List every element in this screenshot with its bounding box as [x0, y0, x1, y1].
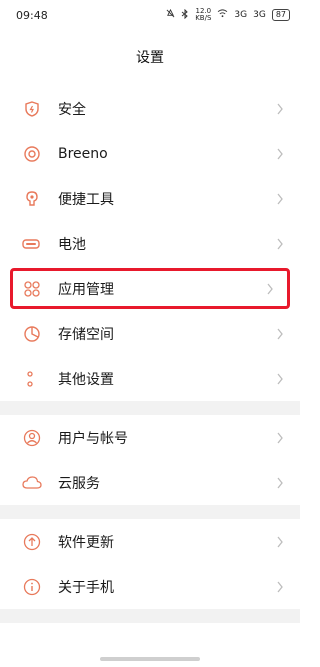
chevron-right-icon — [274, 373, 286, 385]
settings-item-label: 云服务 — [58, 475, 100, 492]
storage-icon — [22, 324, 42, 344]
settings-item-battery[interactable]: 电池 — [0, 221, 300, 266]
chevron-right-icon — [274, 193, 286, 205]
cloud-icon — [22, 473, 42, 493]
signal-2: 3G — [253, 10, 266, 20]
shield-icon — [22, 99, 42, 119]
home-indicator[interactable] — [100, 657, 200, 661]
group-divider — [0, 505, 300, 519]
settings-item-label: 其他设置 — [58, 371, 114, 388]
chevron-right-icon — [274, 238, 286, 250]
info-icon — [22, 577, 42, 597]
settings-item-label: 安全 — [58, 101, 86, 118]
settings-item-label: Breeno — [58, 145, 108, 162]
chevron-right-icon — [274, 148, 286, 160]
settings-item-app-management[interactable]: 应用管理 — [10, 268, 290, 309]
settings-item-about-phone[interactable]: 关于手机 — [0, 564, 300, 609]
apps-icon — [22, 279, 42, 299]
page-title: 设置 — [136, 50, 164, 66]
battery-icon — [22, 234, 42, 254]
network-speed: 12.0 KB/S — [195, 7, 212, 22]
settings-item-other[interactable]: 其他设置 — [0, 356, 300, 401]
settings-item-label: 关于手机 — [58, 579, 114, 596]
settings-item-label: 用户与帐号 — [58, 430, 128, 447]
chevron-right-icon — [274, 581, 286, 593]
status-time: 09:48 — [16, 8, 48, 22]
settings-group-1: 安全 Breeno 便捷工具 电池 应用管理 存储空间 其他设置 — [0, 86, 300, 401]
chevron-right-icon — [274, 432, 286, 444]
status-bar: 09:48 12.0 KB/S 3G 3G 87 — [0, 0, 300, 30]
group-divider — [0, 401, 300, 415]
update-icon — [22, 532, 42, 552]
settings-item-label: 应用管理 — [58, 281, 114, 298]
settings-item-cloud[interactable]: 云服务 — [0, 460, 300, 505]
chevron-right-icon — [264, 283, 276, 295]
settings-item-user-account[interactable]: 用户与帐号 — [0, 415, 300, 460]
mute-icon — [166, 8, 175, 21]
bluetooth-icon — [181, 8, 189, 22]
battery-indicator: 87 — [271, 9, 290, 21]
settings-item-label: 存储空间 — [58, 326, 114, 343]
settings-item-breeno[interactable]: Breeno — [0, 131, 300, 176]
user-icon — [22, 428, 42, 448]
more-icon — [22, 369, 42, 389]
settings-item-label: 便捷工具 — [58, 191, 114, 208]
chevron-right-icon — [274, 477, 286, 489]
breeno-icon — [22, 144, 42, 164]
settings-item-label: 电池 — [58, 236, 86, 253]
settings-item-software-update[interactable]: 软件更新 — [0, 519, 300, 564]
signal-1: 3G — [234, 10, 248, 20]
group-divider — [0, 609, 300, 623]
tools-icon — [22, 189, 42, 209]
settings-item-tools[interactable]: 便捷工具 — [0, 176, 300, 221]
chevron-right-icon — [274, 328, 286, 340]
chevron-right-icon — [274, 536, 286, 548]
settings-item-storage[interactable]: 存储空间 — [0, 311, 300, 356]
settings-item-security[interactable]: 安全 — [0, 86, 300, 131]
chevron-right-icon — [274, 103, 286, 115]
settings-group-2: 用户与帐号 云服务 — [0, 415, 300, 505]
settings-item-label: 软件更新 — [58, 534, 114, 551]
wifi-icon — [217, 9, 228, 21]
settings-group-3: 软件更新 关于手机 — [0, 519, 300, 609]
